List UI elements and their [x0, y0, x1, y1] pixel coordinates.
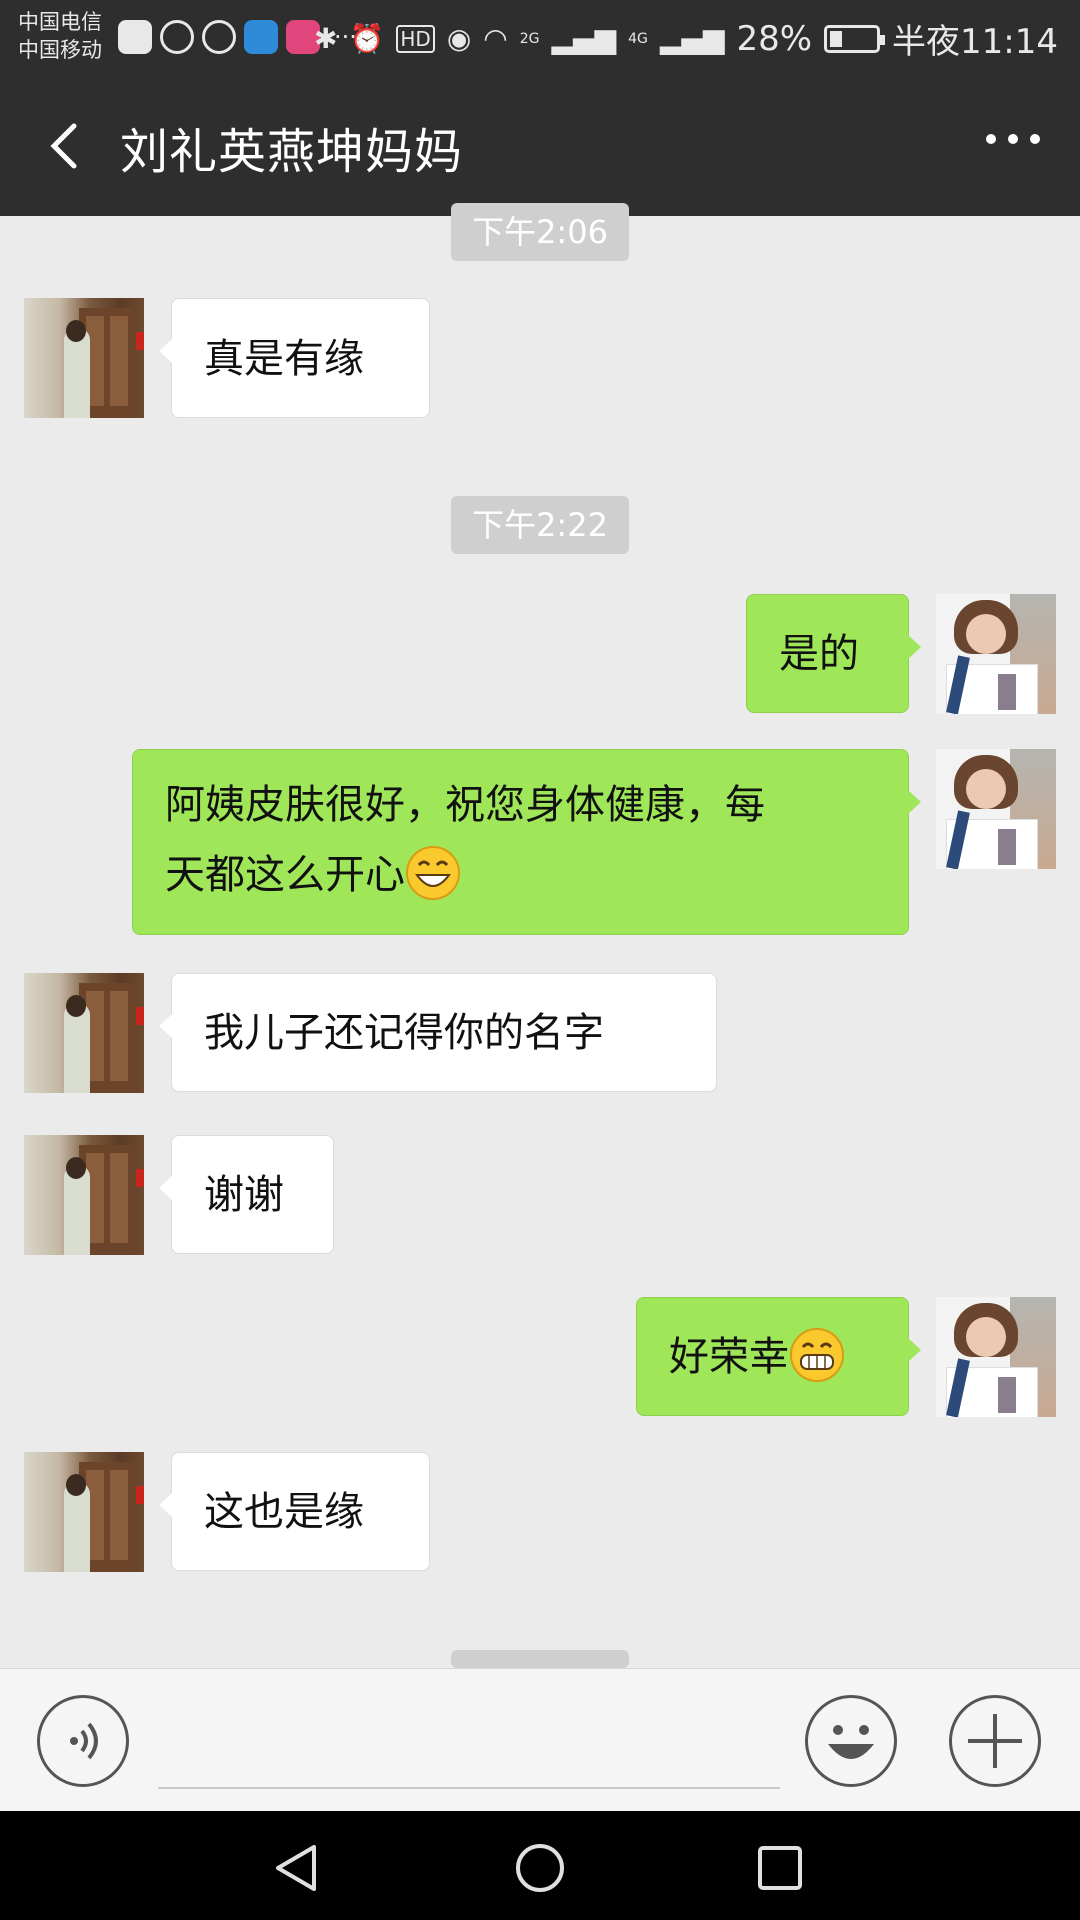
message-text: 好荣幸	[669, 1334, 789, 1380]
chat-title: 刘礼英燕坤妈妈	[120, 124, 464, 180]
alarm-icon: ⏰	[349, 22, 385, 55]
wifi-icon: ◠	[483, 22, 508, 55]
contact-avatar[interactable]	[24, 973, 144, 1093]
contact-avatar[interactable]	[24, 298, 144, 418]
message-text: 天都这么开心	[165, 852, 405, 898]
input-bar	[0, 1668, 1080, 1812]
contact-avatar[interactable]	[24, 1135, 144, 1255]
more-dots-icon[interactable]	[986, 134, 1040, 144]
hd-icon: HD	[396, 24, 435, 53]
carrier-info: 中国电信 中国移动	[18, 8, 102, 64]
grin-emoji	[406, 846, 460, 900]
bluetooth-icon: ✱	[314, 22, 338, 55]
signal-bars-icon: ▂▄▆	[551, 22, 617, 55]
k-app-icon	[160, 20, 194, 54]
eye-icon: ◉	[446, 22, 472, 55]
message-line: 阿姨皮肤很好，祝您身体健康，每	[165, 782, 765, 828]
received-message[interactable]: 我儿子还记得你的名字	[159, 973, 717, 1092]
timestamp-partial	[451, 1650, 629, 1668]
check-app-icon	[202, 20, 236, 54]
message-input[interactable]	[158, 1787, 780, 1789]
triangle-back-icon[interactable]	[270, 1841, 324, 1895]
sent-message[interactable]: 是的	[746, 594, 921, 713]
timestamp: 下午2:06	[451, 203, 629, 261]
battery-percent: 28%	[736, 18, 813, 59]
chevron-left-icon[interactable]	[38, 116, 98, 176]
clock: 半夜11:14	[892, 22, 1058, 62]
my-avatar[interactable]	[936, 594, 1056, 714]
smiley-icon[interactable]	[805, 1695, 897, 1787]
message-line: 天都这么开心	[165, 840, 876, 910]
navigation-bar	[0, 1811, 1080, 1920]
signal-bars-icon-2: ▂▄▆	[659, 22, 725, 55]
received-message[interactable]: 真是有缘	[159, 298, 430, 418]
status-bar: 中国电信 中国移动 ··· ✱ ⏰ HD ◉ ◠ 2G ▂▄▆ 4G ▂▄▆ 2…	[0, 0, 1080, 78]
voice-icon[interactable]	[37, 1695, 129, 1787]
map-app-icon	[118, 20, 152, 54]
signal-2g-label: 2G	[519, 30, 540, 47]
my-avatar[interactable]	[936, 749, 1056, 869]
circle-home-icon[interactable]	[513, 1841, 567, 1895]
sent-message[interactable]: 阿姨皮肤很好，祝您身体健康，每 天都这么开心	[132, 749, 921, 935]
carrier-mobile: 中国移动	[18, 38, 102, 62]
toothy-grin-emoji	[790, 1328, 844, 1382]
sent-message[interactable]: 好荣幸	[636, 1297, 921, 1416]
signal-4g-label: 4G	[628, 30, 648, 47]
my-avatar[interactable]	[936, 1297, 1056, 1417]
status-indicators: ✱ ⏰ HD ◉ ◠ 2G ▂▄▆ 4G ▂▄▆ 28% 半夜11:14	[314, 14, 1058, 63]
battery-icon	[824, 24, 886, 53]
square-recents-icon[interactable]	[753, 1841, 807, 1895]
chat-header: 刘礼英燕坤妈妈	[0, 78, 1080, 216]
video-app-icon	[244, 20, 278, 54]
contact-avatar[interactable]	[24, 1452, 144, 1572]
received-message[interactable]: 谢谢	[159, 1135, 334, 1254]
timestamp: 下午2:22	[451, 496, 629, 554]
carrier-telecom: 中国电信	[18, 10, 102, 34]
plus-icon[interactable]	[949, 1695, 1041, 1787]
received-message[interactable]: 这也是缘	[159, 1452, 430, 1571]
